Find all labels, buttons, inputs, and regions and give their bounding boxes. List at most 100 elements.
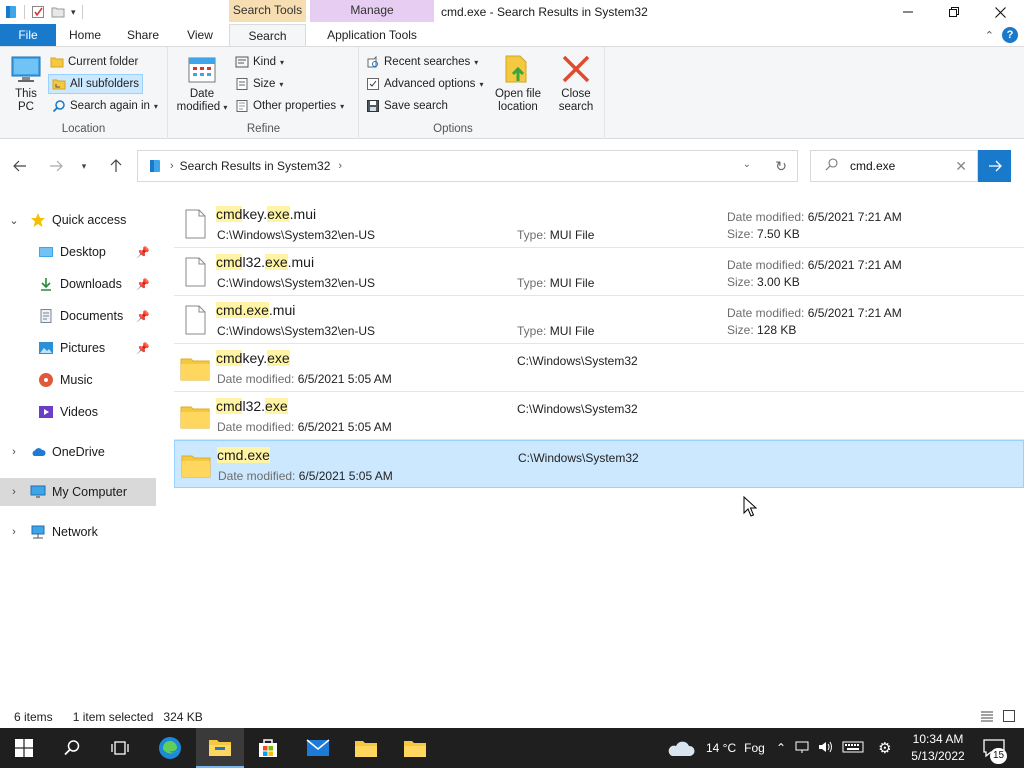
all-subfolders-button[interactable]: All subfolders [48,74,144,94]
chevron-down-icon[interactable]: ⌄ [8,214,20,227]
taskbar-file-explorer[interactable] [196,728,244,768]
back-button[interactable] [10,156,30,176]
date-key: Date modified: [217,420,295,434]
large-icons-view-icon[interactable] [1002,709,1016,726]
nav-documents[interactable]: Documents 📌 [0,302,156,330]
nav-pictures[interactable]: Pictures 📌 [0,334,156,362]
date-modified-label-1: Date [189,88,215,100]
collapse-ribbon-icon[interactable]: ⌃ [985,29,994,42]
close-search-button[interactable]: Close search [552,53,600,114]
open-file-location-label-2: location [498,101,538,113]
nav-network[interactable]: › Network [0,518,156,546]
taskbar-folder[interactable] [342,728,390,768]
nav-music[interactable]: Music [0,366,156,394]
taskbar-search-button[interactable] [48,728,96,768]
tab-view[interactable]: View [180,24,220,46]
tab-file[interactable]: File [0,24,56,46]
name-match: cmd [216,254,243,270]
this-pc-button[interactable]: This PC [6,53,46,114]
search-input[interactable] [850,159,950,173]
address-dropdown-icon[interactable]: ⌄ [743,159,751,170]
chevron-down-icon: ▾ [340,101,345,111]
new-folder-icon[interactable] [51,5,65,19]
all-subfolders-label: All subfolders [70,78,140,90]
breadcrumb-search-results[interactable]: Search Results in System32 [180,159,331,173]
result-date: Date modified: 6/5/2021 7:21 AM [727,258,902,272]
current-folder-button[interactable]: Current folder [50,52,138,72]
nav-downloads-label: Downloads [60,277,122,291]
advanced-options-button[interactable]: Advanced options ▾ [366,74,483,94]
name-part: .mui [287,254,315,270]
clock[interactable]: 10:34 AM 5/13/2022 [906,731,970,765]
up-button[interactable] [106,156,126,176]
store-bag-icon [259,739,277,757]
open-file-location-button[interactable]: Open file location [490,53,546,114]
address-bar[interactable]: › Search Results in System32 › ⌄ ↻ [137,150,798,182]
taskbar-mail[interactable] [294,728,342,768]
maximize-button[interactable] [931,0,977,24]
result-row[interactable]: cmd.exe.mui C:\Windows\System32\en-US Ty… [174,296,1024,344]
taskbar-folder-2[interactable] [391,728,439,768]
keyboard-icon[interactable] [842,740,864,757]
nav-desktop[interactable]: Desktop 📌 [0,238,156,266]
nav-my-computer[interactable]: › My Computer [0,478,156,506]
refresh-icon[interactable]: ↻ [775,158,787,175]
nav-videos[interactable]: Videos [0,398,156,426]
chevron-right-icon[interactable]: › [8,526,20,538]
recent-locations-dropdown[interactable]: ▾ [76,156,92,176]
result-row[interactable]: cmdl32.exe.mui C:\Windows\System32\en-US… [174,248,1024,296]
save-search-button[interactable]: Save search [366,96,448,116]
details-view-icon[interactable] [980,709,994,726]
name-match: exe [265,254,288,270]
recent-searches-button[interactable]: Recent searches ▾ [366,52,478,72]
close-button[interactable] [977,0,1023,24]
size-button[interactable]: Size ▾ [235,74,283,94]
cloud-icon [668,741,695,756]
show-hidden-icons-icon[interactable]: ⌃ [776,741,786,755]
tab-home[interactable]: Home [64,24,106,46]
taskbar-edge[interactable] [146,728,194,768]
result-row[interactable]: cmdkey.exe Date modified: 6/5/2021 5:05 … [174,344,1024,392]
tab-search[interactable]: Search [229,24,306,47]
nav-onedrive[interactable]: › OneDrive [0,438,156,466]
recent-searches-label: Recent searches [384,56,471,68]
search-again-in-label: Search again in [70,100,150,112]
nav-quick-access[interactable]: ⌄ Quick access [0,206,156,234]
settings-gear-icon[interactable]: ⚙ [878,739,891,757]
result-row[interactable]: cmdkey.exe.mui C:\Windows\System32\en-US… [174,200,1024,248]
network-icon[interactable] [794,740,810,757]
size-label: Size [253,78,276,90]
result-type: Type: MUI File [517,276,594,290]
chevron-right-icon[interactable]: › [8,446,20,458]
name-match: cmd [216,206,243,222]
nav-downloads[interactable]: Downloads 📌 [0,270,156,298]
kind-button[interactable]: Kind ▾ [235,52,284,72]
chevron-right-icon[interactable]: › [8,486,20,498]
date-modified-button[interactable]: Date modified ▾ [173,53,231,114]
taskbar-store[interactable] [244,728,292,768]
weather-widget[interactable]: 14 °C Fog [666,728,765,768]
task-view-button[interactable] [96,728,144,768]
volume-icon[interactable] [818,740,834,757]
properties-icon[interactable] [31,5,45,19]
tab-share[interactable]: Share [122,24,164,46]
other-properties-button[interactable]: Other properties ▾ [235,96,344,116]
minimize-button[interactable] [885,0,931,24]
nav-music-label: Music [60,373,93,387]
help-icon[interactable]: ? [1002,27,1018,43]
search-again-in-button[interactable]: Search again in ▾ [52,96,158,116]
breadcrumb-separator-icon[interactable]: › [338,160,342,172]
result-row[interactable]: cmdl32.exe Date modified: 6/5/2021 5:05 … [174,392,1024,440]
folder-icon [404,741,426,757]
forward-button[interactable] [46,156,66,176]
tab-application-tools[interactable]: Application Tools [310,24,434,46]
customize-toolbar-dropdown[interactable]: ▾ [71,7,76,18]
search-box[interactable]: ✕ [810,150,978,182]
search-go-button[interactable] [978,150,1011,182]
result-row-selected[interactable]: cmd.exe Date modified: 6/5/2021 5:05 AM … [174,440,1024,488]
clear-search-icon[interactable]: ✕ [955,158,967,175]
folder-icon [181,455,211,478]
start-button[interactable] [0,728,48,768]
file-icon [185,305,206,335]
notification-badge: 15 [990,748,1007,764]
